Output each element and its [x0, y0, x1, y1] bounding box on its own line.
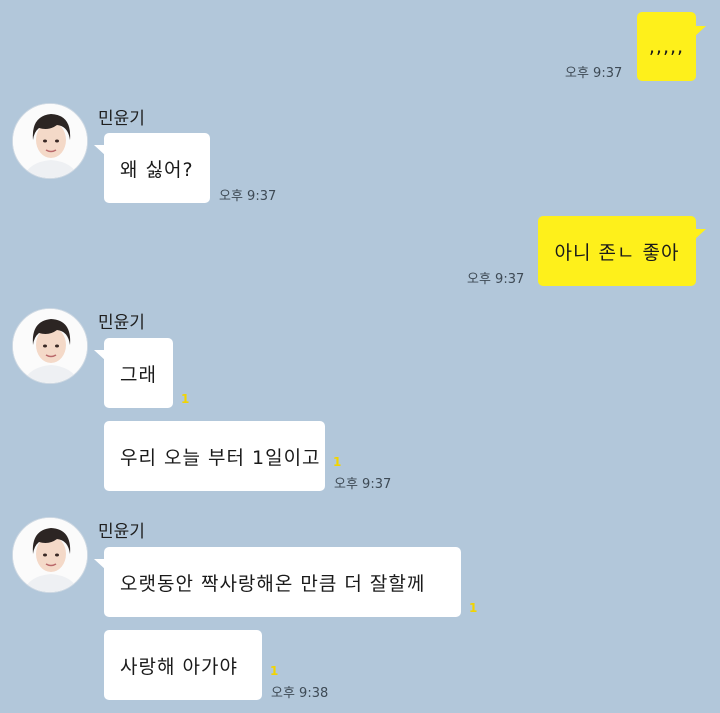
sender-avatar[interactable] [12, 517, 88, 593]
message-text: 오랫동안 짝사랑해온 만큼 더 잘할께 [120, 572, 426, 595]
sender-avatar[interactable] [12, 308, 88, 384]
incoming-message-bubble[interactable]: 그래 [104, 338, 173, 408]
message-text: 우리 오늘 부터 1일이고 [120, 446, 321, 469]
sender-name: 민윤기 [98, 109, 145, 129]
message-time: 오후 9:37 [334, 477, 392, 492]
incoming-message-bubble[interactable]: 사랑해 아가야 [104, 630, 262, 700]
message-time: 오후 9:37 [467, 272, 525, 287]
unread-count: 1 [333, 455, 342, 469]
message-text: 사랑해 아가야 [120, 655, 238, 678]
unread-count: 1 [270, 664, 279, 678]
unread-count: 1 [469, 601, 478, 615]
bubble-tail [694, 229, 706, 240]
message-time: 오후 9:38 [271, 686, 329, 701]
incoming-message-bubble[interactable]: 우리 오늘 부터 1일이고 [104, 421, 325, 491]
incoming-message-bubble[interactable]: 오랫동안 짝사랑해온 만큼 더 잘할께 [104, 547, 461, 617]
profile-photo-icon [13, 518, 87, 592]
outgoing-message-bubble[interactable]: ,,,,, [637, 12, 696, 81]
sender-avatar[interactable] [12, 103, 88, 179]
outgoing-message-bubble[interactable]: 아니 존ㄴ 좋아 [538, 216, 696, 286]
profile-photo-icon [13, 104, 87, 178]
incoming-message-bubble[interactable]: 왜 싫어? [104, 133, 210, 203]
sender-name: 민윤기 [98, 313, 145, 333]
message-time: 오후 9:37 [219, 189, 277, 204]
message-text: 그래 [120, 363, 157, 386]
message-text: ,,,,, [648, 35, 685, 58]
unread-count: 1 [181, 392, 190, 406]
chat-screen: { "chat": { "messages": [ { "side": "out… [0, 0, 720, 713]
sender-name: 민윤기 [98, 522, 145, 542]
message-text: 아니 존ㄴ 좋아 [554, 241, 680, 264]
bubble-tail [694, 26, 706, 37]
message-time: 오후 9:37 [565, 66, 623, 81]
message-text: 왜 싫어? [120, 158, 194, 181]
profile-photo-icon [13, 309, 87, 383]
